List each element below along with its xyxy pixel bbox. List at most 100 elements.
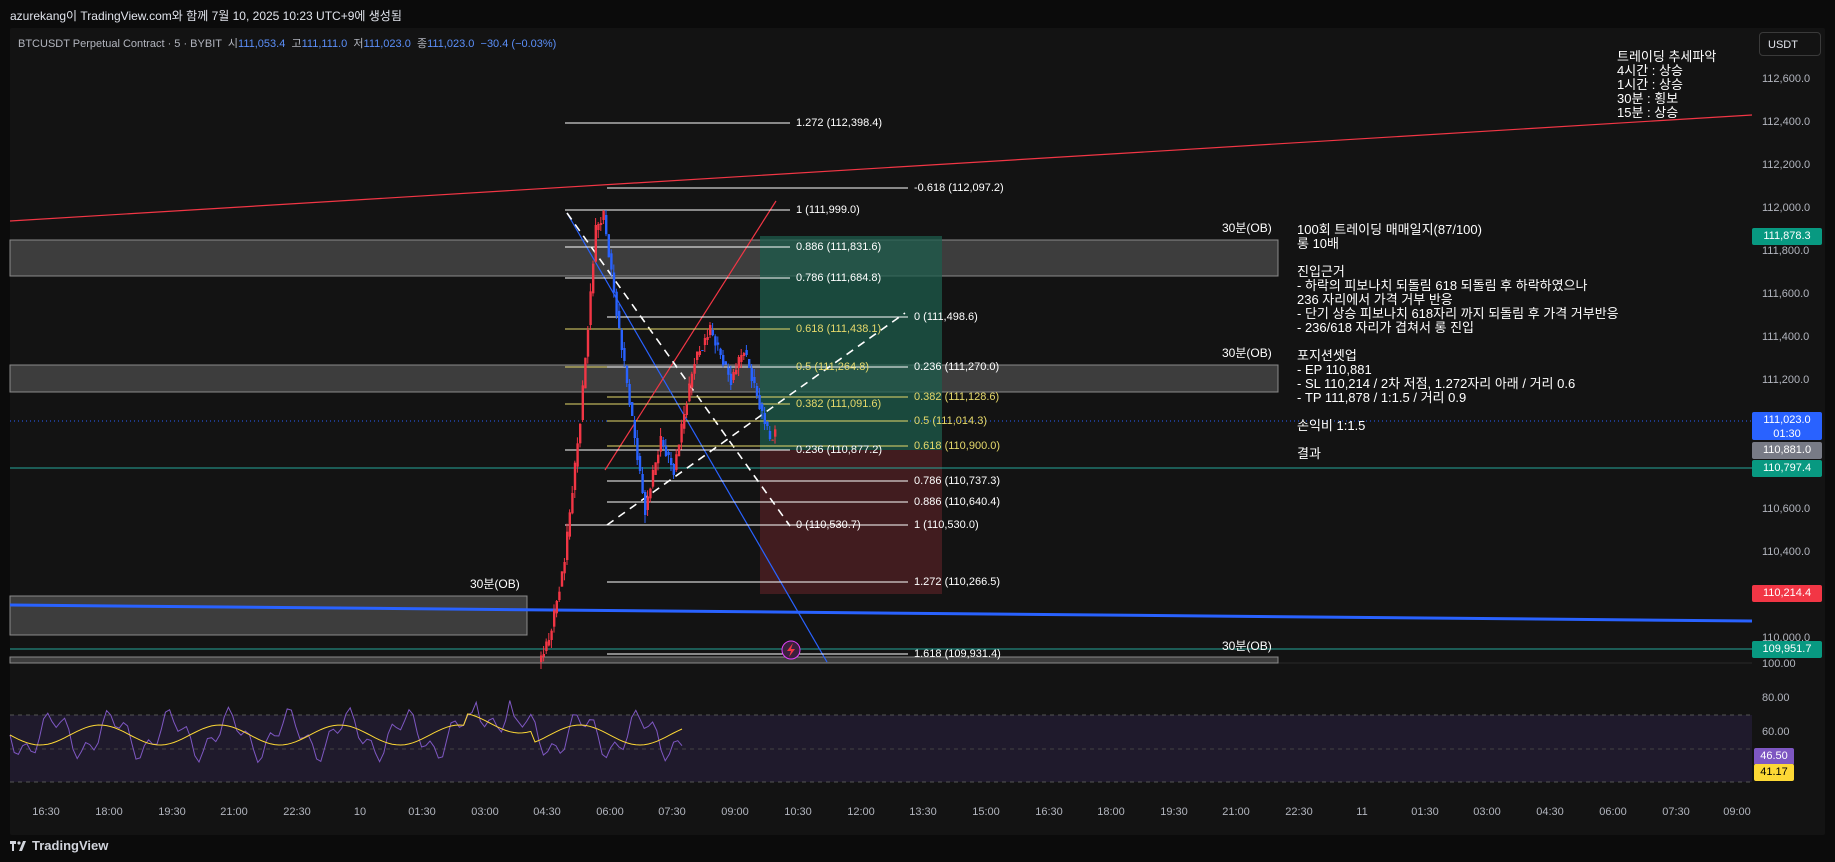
time-axis-label: 19:30: [1160, 806, 1188, 818]
ob-label: 30분(OB): [470, 577, 520, 591]
time-axis-label: 22:30: [283, 806, 311, 818]
candle-body: [766, 422, 769, 426]
currency-button[interactable]: USDT: [1759, 32, 1821, 56]
ob-label: 30분(OB): [1222, 639, 1272, 653]
time-axis-label: 03:00: [1473, 806, 1501, 818]
candle-body: [753, 377, 756, 383]
time-axis-label: 10: [353, 806, 367, 818]
candle-body: [714, 336, 717, 346]
rsi-value-tag: 41.17: [1754, 764, 1794, 781]
candle-body: [657, 454, 660, 464]
time-axis-label: 21:00: [1222, 806, 1250, 818]
candle-body: [589, 291, 592, 325]
candle-body: [555, 601, 558, 614]
candle-body: [581, 385, 584, 420]
time-axis-label: 01:30: [408, 806, 436, 818]
fib1-label: 0.5 (111,264.8): [796, 361, 869, 373]
symbol-legend[interactable]: BTCUSDT Perpetual Contract · 5 · BYBIT 시…: [18, 35, 556, 51]
candle-body: [761, 404, 764, 411]
time-axis-label: 07:30: [658, 806, 686, 818]
open-value: 111,053.4: [238, 38, 286, 50]
candle-body: [547, 640, 551, 646]
close-value: 111,023.0: [427, 38, 475, 50]
candle-body: [568, 512, 571, 537]
candle-body: [631, 402, 634, 416]
candle-body: [625, 366, 629, 383]
fib1-label: 1.272 (112,398.4): [796, 117, 883, 129]
price-axis-label: 112,400.0: [1762, 116, 1811, 128]
price-axis-label: 111,600.0: [1762, 288, 1810, 300]
time-axis-label: 11: [1356, 806, 1368, 818]
journal-note: 100회 트레이딩 매매일지(87/100) 롱 10배 진입근거 - 하락의 …: [1297, 222, 1619, 461]
candle-body: [566, 531, 569, 560]
price-tag-value: 111,023.0: [1763, 414, 1811, 426]
fib2-label: 0.786 (110,737.3): [914, 475, 1001, 487]
candle-body: [571, 493, 574, 514]
fib1-label: 0.618 (111,438.1): [796, 323, 882, 335]
candle-body: [553, 610, 556, 627]
candle-body: [584, 357, 587, 389]
red-trend-line: [9, 114, 1753, 222]
price-tag: 111,878.3: [1752, 228, 1822, 245]
candle-body: [735, 370, 738, 374]
ob-zone-1: [9, 239, 1279, 277]
fib1-label: 1 (111,999.0): [796, 204, 860, 216]
time-axis-label: 16:30: [32, 806, 60, 818]
price-axis-label: 111,800.0: [1762, 245, 1810, 257]
candle-body: [545, 641, 548, 651]
candle-body: [623, 348, 626, 361]
candle-body: [774, 429, 777, 437]
candle-body: [573, 462, 577, 490]
candle-body: [667, 452, 670, 455]
time-axis-label: 18:00: [95, 806, 123, 818]
fib2-label: 0.236 (111,270.0): [914, 361, 1000, 373]
candle-body: [719, 348, 722, 355]
candle-body: [716, 342, 720, 345]
candle-body: [579, 424, 582, 444]
time-axis-label: 12:00: [847, 806, 875, 818]
candle-body: [683, 414, 686, 429]
candle-body: [605, 215, 608, 235]
time-axis-label: 07:30: [1662, 806, 1690, 818]
fib2-label: 1 (110,530.0): [914, 519, 979, 531]
candle-body: [740, 355, 743, 362]
candle-body: [654, 462, 657, 475]
price-tag: 109,951.7: [1752, 641, 1822, 658]
candle-body: [599, 223, 603, 225]
candle-body: [742, 353, 746, 356]
fib2-label: 1.618 (109,931.4): [914, 648, 1001, 660]
candle-body: [542, 654, 545, 657]
candle-body: [662, 440, 665, 446]
candle-body: [636, 438, 639, 460]
tradingview-logo-icon: [10, 841, 26, 851]
candle-body: [610, 253, 613, 270]
time-axis-label: 01:30: [1411, 806, 1439, 818]
candle-body: [550, 630, 553, 640]
price-axis-label: 110,600.0: [1762, 503, 1811, 515]
fib2-label: -0.618 (112,097.2): [914, 182, 1004, 194]
price-tag: 110,214.4: [1752, 585, 1822, 602]
candle-body: [771, 439, 774, 441]
candle-body: [670, 458, 673, 465]
time-axis-label: 09:00: [1723, 806, 1751, 818]
candle-body: [706, 337, 709, 340]
price-tag-value: 110,797.4: [1762, 462, 1812, 474]
candle-body: [729, 373, 733, 385]
open-label: 시: [227, 38, 239, 50]
fib2-label: 1.272 (110,266.5): [914, 576, 1001, 588]
price-tag-value: 111,878.3: [1763, 230, 1811, 242]
time-axis-label: 21:00: [220, 806, 248, 818]
ob-zone-2: [9, 364, 1279, 393]
candle-body: [696, 352, 699, 360]
time-axis-label: 04:30: [533, 806, 561, 818]
candle-body: [727, 367, 730, 375]
candle-body: [560, 571, 564, 587]
tradingview-logo[interactable]: TradingView: [10, 838, 108, 853]
candle-body: [612, 272, 616, 293]
candle-body: [540, 655, 543, 662]
time-axis-label: 06:00: [596, 806, 624, 818]
candle-body: [677, 444, 681, 457]
price-tag-value: 109,951.7: [1762, 643, 1812, 655]
price-tag-countdown: 01:30: [1773, 428, 1801, 440]
candle-body: [638, 456, 642, 471]
